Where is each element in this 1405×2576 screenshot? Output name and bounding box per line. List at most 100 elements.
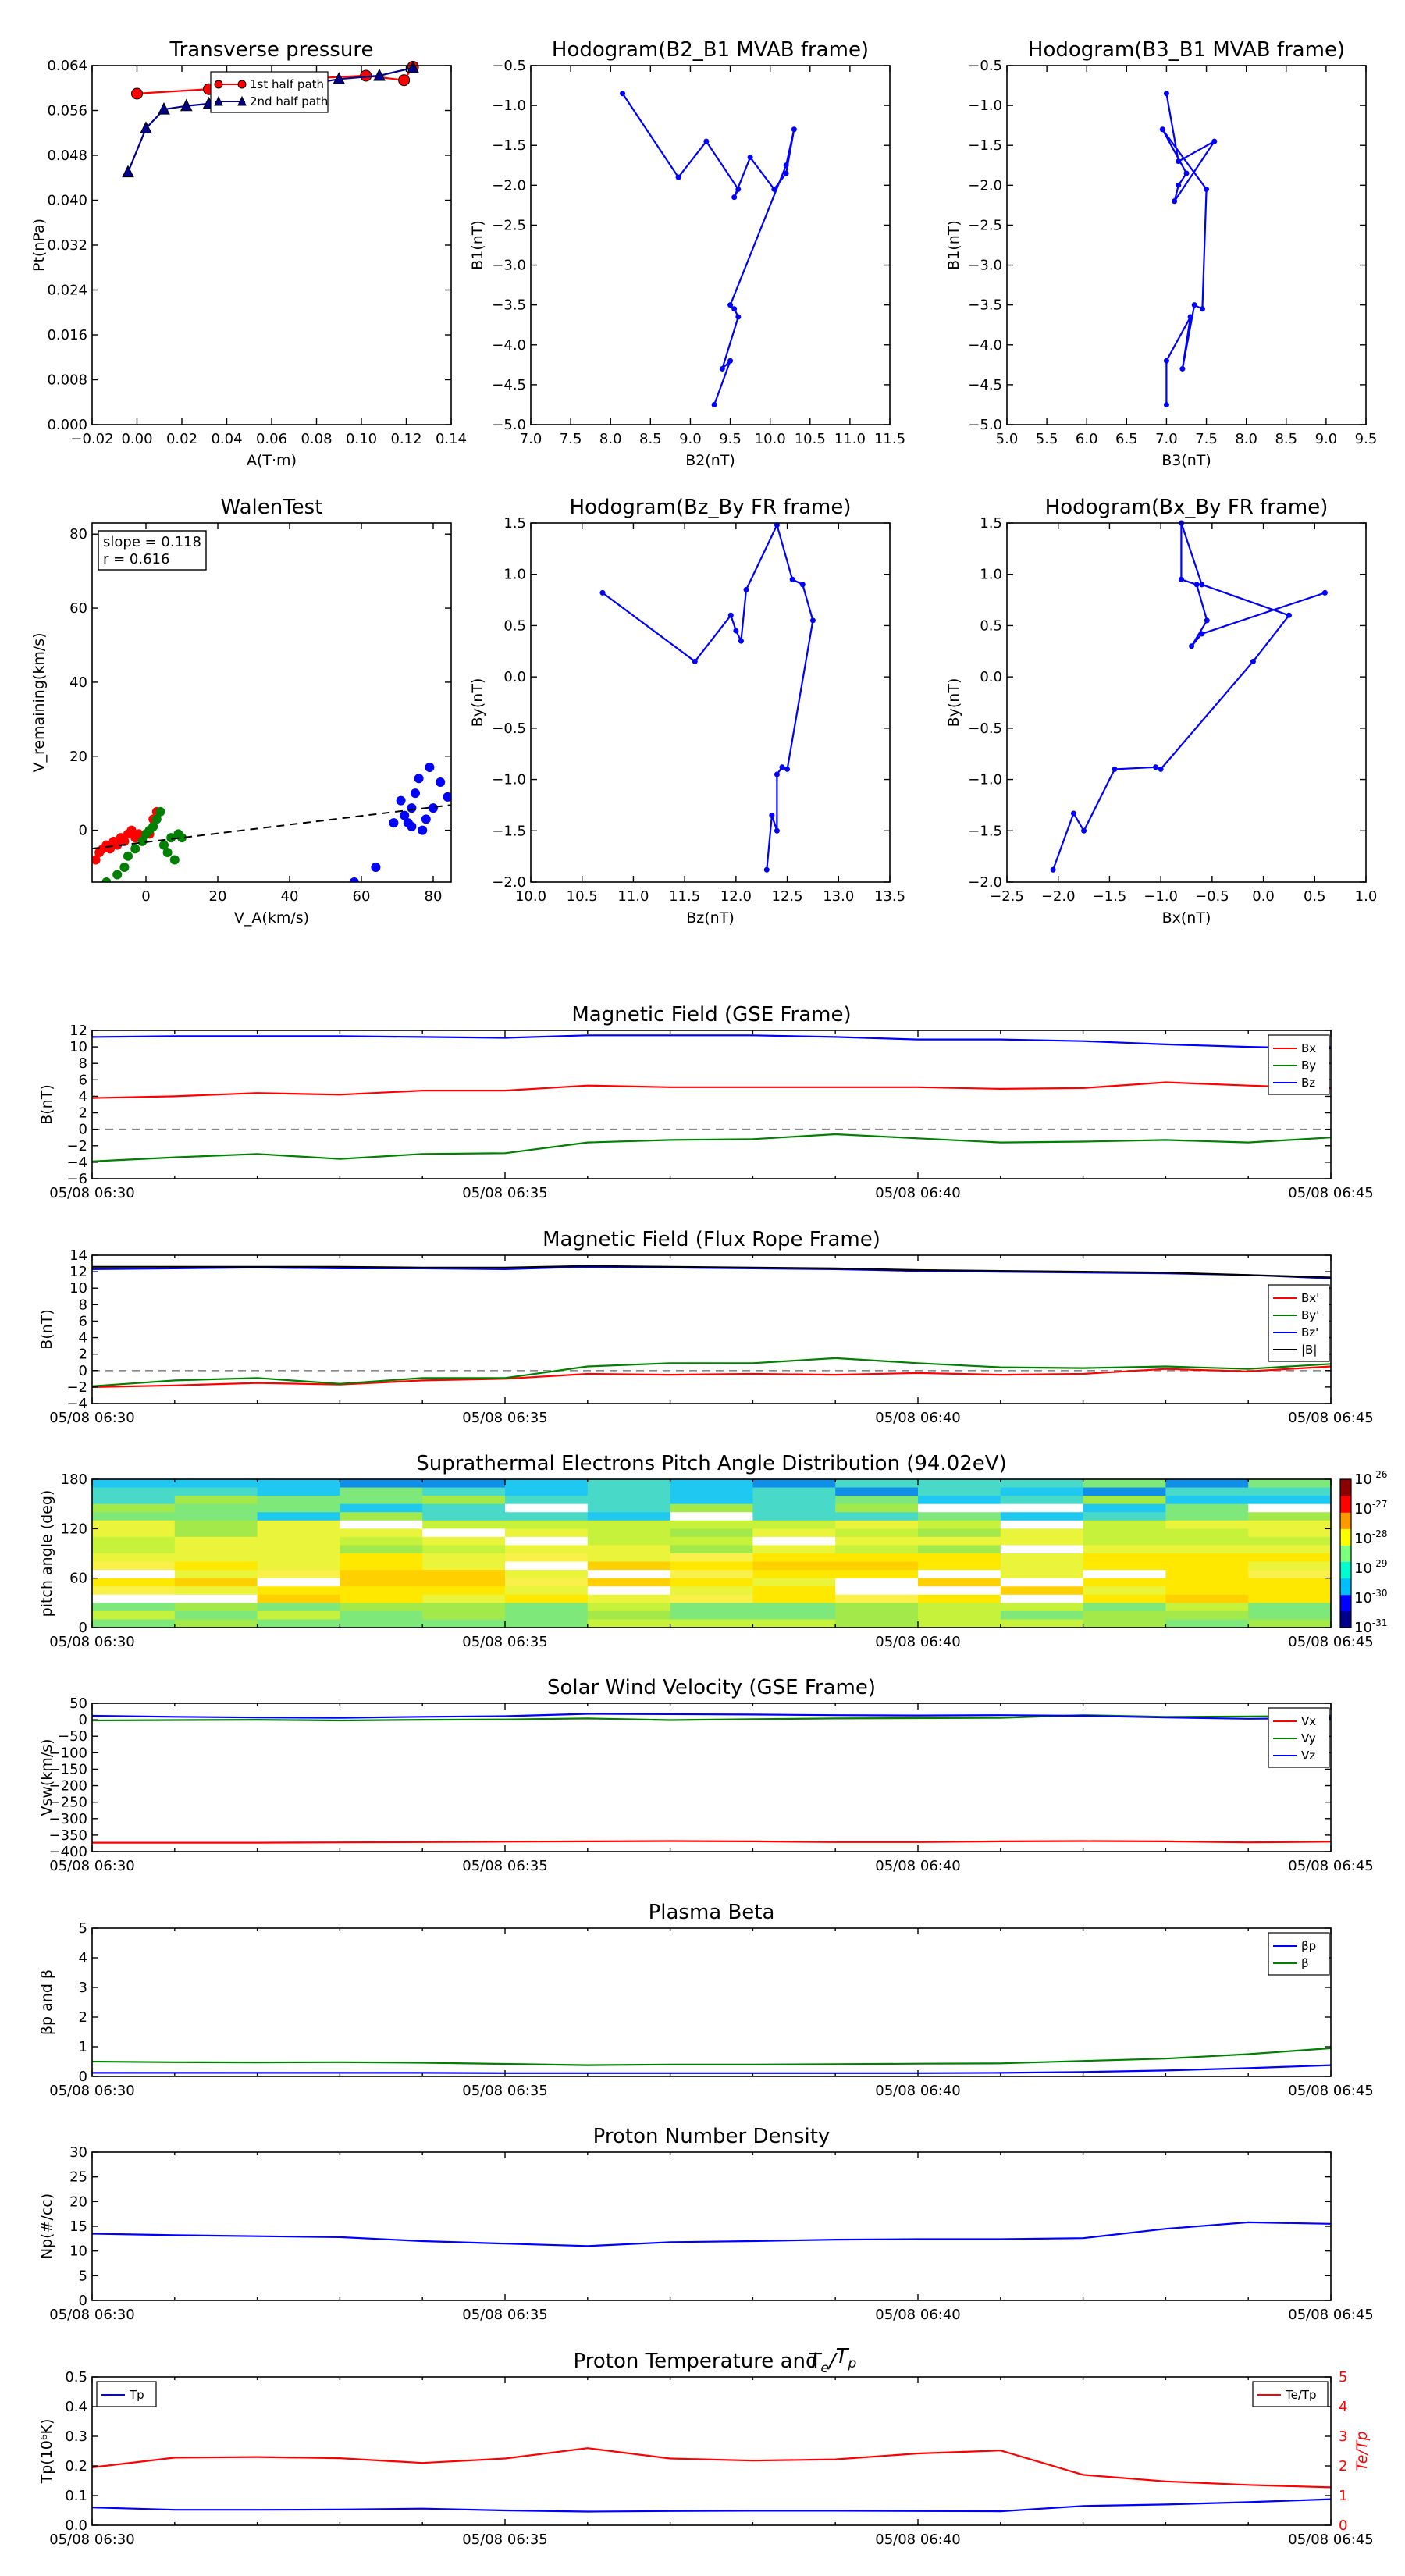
heatmap-cell <box>505 1561 589 1571</box>
y-axis-label: Vsw(km/s) <box>38 1738 55 1816</box>
y-tick-label: 0.5 <box>503 617 526 634</box>
y-tick-label: 4 <box>79 1330 87 1347</box>
y-tick-label: −2.0 <box>492 177 526 194</box>
heatmap-cell <box>505 1553 589 1563</box>
data-point <box>1189 643 1195 649</box>
y-right-tick-label: 5 <box>1339 2369 1347 2386</box>
x-tick-label: 0 <box>141 888 150 905</box>
y-tick-label: 2 <box>79 1347 87 1363</box>
heatmap-cell <box>340 1479 423 1489</box>
data-point <box>1172 198 1178 205</box>
heatmap-cell <box>340 1619 423 1628</box>
plot-frame <box>91 1927 1332 2077</box>
heatmap-cell <box>1083 1603 1166 1612</box>
data-point <box>130 844 140 854</box>
y-tick-label: 1.0 <box>503 567 526 583</box>
x-tick-label: 10.5 <box>795 431 826 447</box>
heatmap-cell <box>422 1578 506 1587</box>
time-tick-label: 05/08 06:45 <box>1288 1858 1373 1874</box>
x-tick-label: 5.5 <box>1036 431 1058 447</box>
heatmap-cell <box>505 1594 589 1603</box>
y-axis-label: pitch angle (deg) <box>38 1490 55 1617</box>
heatmap-cell <box>752 1619 836 1628</box>
y-tick-label: −2.0 <box>968 874 1002 891</box>
heatmap-cell <box>505 1603 589 1612</box>
plot-frame <box>91 1254 1332 1404</box>
heatmap-cell <box>752 1479 836 1489</box>
heatmap-cell <box>92 1594 176 1603</box>
heatmap-cell <box>918 1570 1001 1579</box>
colorbar-segment <box>1340 1496 1351 1513</box>
y-tick-label: 5 <box>79 1920 87 1937</box>
heatmap-cell <box>174 1578 258 1587</box>
heatmap-cell <box>505 1545 589 1554</box>
data-point <box>1199 306 1205 312</box>
legend-marker <box>237 80 247 89</box>
y-tick-label: 0.008 <box>47 372 87 389</box>
data-point <box>122 165 134 178</box>
chart-title: Plasma Beta <box>649 1901 775 1924</box>
y-tick-label: −4.5 <box>968 377 1002 393</box>
legend: 1st half path 2nd half path <box>210 71 329 113</box>
x-tick-label: 0.10 <box>346 431 377 447</box>
time-tick-label: 05/08 06:45 <box>1288 1634 1373 1650</box>
heatmap-cell <box>918 1603 1001 1612</box>
y-tick-label: 0 <box>79 1122 87 1138</box>
data-point <box>371 863 381 873</box>
colorbar-segment <box>1340 1610 1351 1628</box>
y-tick-label: 6 <box>79 1313 87 1329</box>
title-part-sub2: p <box>848 2356 857 2371</box>
y-tick-label: 50 <box>69 1695 87 1712</box>
y-tick-label: 0.2 <box>65 2458 87 2475</box>
data-point <box>774 771 780 777</box>
chart-title: Suprathermal Electrons Pitch Angle Distr… <box>416 1452 1006 1475</box>
heatmap-cell <box>587 1570 671 1579</box>
heatmap-cell <box>835 1528 919 1538</box>
heatmap-cell <box>174 1586 258 1596</box>
heatmap-cell <box>1248 1536 1332 1546</box>
chart-title: Hodogram(Bz_By FR frame) <box>570 496 852 519</box>
x-tick-label: 11.5 <box>669 888 700 905</box>
heatmap-cell <box>670 1594 753 1603</box>
heatmap-cell <box>918 1586 1001 1596</box>
colorbar: 10-3110-3010-2910-2810-2710-26 <box>1339 1469 1388 1636</box>
heatmap-cell <box>174 1479 258 1489</box>
heatmap-cell <box>670 1561 753 1571</box>
heatmap-cell <box>587 1512 671 1521</box>
heatmap-cell <box>670 1610 753 1620</box>
series-line <box>91 2498 1332 2513</box>
y-tick-label: 30 <box>69 2144 87 2161</box>
x-tick-label: 9.5 <box>1355 431 1378 447</box>
heatmap-cell <box>1248 1603 1332 1612</box>
series-line <box>91 1365 1332 1388</box>
y-tick-label: 10 <box>69 1280 87 1297</box>
x-tick-label: 10.0 <box>515 888 546 905</box>
heatmap-cell <box>92 1503 176 1513</box>
heatmap-cell <box>505 1512 589 1521</box>
y-right-tick-label: 1 <box>1339 2488 1347 2504</box>
heatmap-cell <box>918 1594 1001 1603</box>
chart-bgse: Magnetic Field (GSE Frame) 05/08 06:30 05/… <box>38 1003 1374 1201</box>
y-tick-label: 1.5 <box>503 515 526 532</box>
colorbar-segment <box>1340 1528 1351 1546</box>
heatmap-cell <box>835 1578 919 1587</box>
data-point <box>733 628 739 634</box>
data-point <box>411 788 420 799</box>
heatmap-cell <box>918 1578 1001 1587</box>
heatmap-cell <box>587 1520 671 1529</box>
heatmap-cell <box>587 1553 671 1563</box>
y-tick-label: 0.5 <box>65 2369 87 2386</box>
y-axis-label: Np(#/cc) <box>38 2194 55 2259</box>
chart-h2: Hodogram(B3_B1 MVAB frame) 5.0 5.5 6.0 6.5 7.… <box>945 38 1377 469</box>
heatmap-cell <box>1248 1545 1332 1554</box>
heatmap-cell <box>752 1603 836 1612</box>
heatmap-cell <box>505 1520 589 1529</box>
data-point <box>119 863 130 873</box>
heatmap-cell <box>257 1496 340 1505</box>
chart-h4: Hodogram(Bx_By FR frame)−2.5 −2.0 −1.5 −1.0… <box>945 496 1377 927</box>
chart-beta: Plasma Beta 05/08 06:30 05/08 06:35 05/08 0… <box>38 1901 1374 2099</box>
chart-h3: Hodogram(Bz_By FR frame) 10.0 10.5 11.0 11.5… <box>469 496 905 927</box>
colorbar-tick-base: 10 <box>1354 1531 1372 1547</box>
heatmap-cell <box>1248 1496 1332 1505</box>
x-tick-label: 6.5 <box>1115 431 1138 447</box>
